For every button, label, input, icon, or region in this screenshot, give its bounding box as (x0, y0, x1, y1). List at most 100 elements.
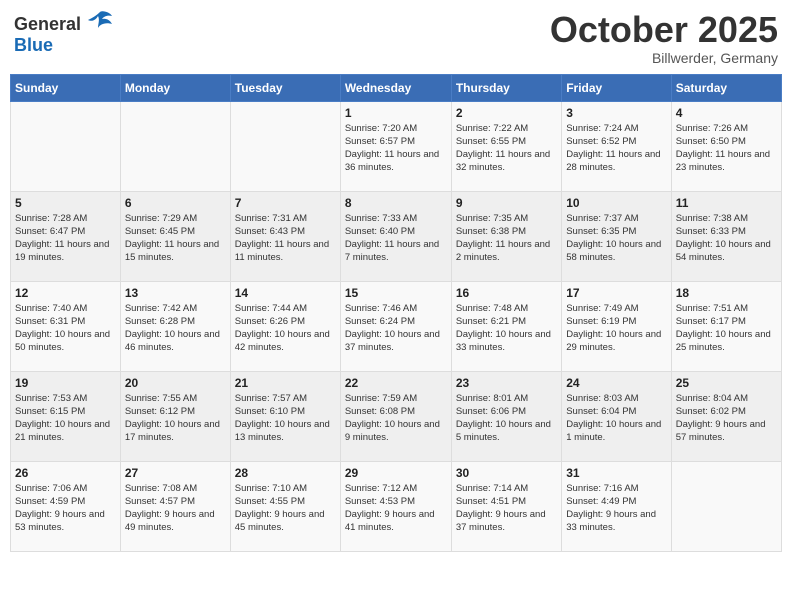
calendar-cell: 11 Sunrise: 7:38 AMSunset: 6:33 PMDayligh… (671, 191, 781, 281)
calendar-cell: 13 Sunrise: 7:42 AMSunset: 6:28 PMDayligh… (120, 281, 230, 371)
calendar-cell: 26 Sunrise: 7:06 AMSunset: 4:59 PMDayligh… (11, 461, 121, 551)
day-number: 7 (235, 196, 336, 210)
day-info: Sunrise: 7:33 AMSunset: 6:40 PMDaylight:… (345, 212, 447, 265)
calendar-cell (671, 461, 781, 551)
calendar-cell: 14 Sunrise: 7:44 AMSunset: 6:26 PMDayligh… (230, 281, 340, 371)
weekday-header: Monday (120, 74, 230, 101)
day-number: 4 (676, 106, 777, 120)
day-number: 1 (345, 106, 447, 120)
weekday-header: Sunday (11, 74, 121, 101)
day-number: 13 (125, 286, 226, 300)
day-info: Sunrise: 7:24 AMSunset: 6:52 PMDaylight:… (566, 122, 666, 175)
day-number: 16 (456, 286, 557, 300)
day-info: Sunrise: 8:01 AMSunset: 6:06 PMDaylight:… (456, 392, 557, 445)
day-info: Sunrise: 7:55 AMSunset: 6:12 PMDaylight:… (125, 392, 226, 445)
weekday-header-row: SundayMondayTuesdayWednesdayThursdayFrid… (11, 74, 782, 101)
day-number: 29 (345, 466, 447, 480)
calendar-cell: 30 Sunrise: 7:14 AMSunset: 4:51 PMDayligh… (451, 461, 561, 551)
calendar-cell: 28 Sunrise: 7:10 AMSunset: 4:55 PMDayligh… (230, 461, 340, 551)
weekday-header: Thursday (451, 74, 561, 101)
day-info: Sunrise: 7:44 AMSunset: 6:26 PMDaylight:… (235, 302, 336, 355)
calendar-cell: 1 Sunrise: 7:20 AMSunset: 6:57 PMDaylight… (340, 101, 451, 191)
day-number: 31 (566, 466, 666, 480)
calendar-cell: 20 Sunrise: 7:55 AMSunset: 6:12 PMDayligh… (120, 371, 230, 461)
day-number: 8 (345, 196, 447, 210)
title-block: October 2025 Billwerder, Germany (550, 10, 778, 66)
day-number: 14 (235, 286, 336, 300)
calendar-cell (11, 101, 121, 191)
day-number: 6 (125, 196, 226, 210)
calendar-cell: 29 Sunrise: 7:12 AMSunset: 4:53 PMDayligh… (340, 461, 451, 551)
calendar-cell (120, 101, 230, 191)
day-number: 19 (15, 376, 116, 390)
calendar-cell: 5 Sunrise: 7:28 AMSunset: 6:47 PMDaylight… (11, 191, 121, 281)
calendar-week-row: 19 Sunrise: 7:53 AMSunset: 6:15 PMDayligh… (11, 371, 782, 461)
calendar-cell: 19 Sunrise: 7:53 AMSunset: 6:15 PMDayligh… (11, 371, 121, 461)
day-number: 27 (125, 466, 226, 480)
day-number: 24 (566, 376, 666, 390)
calendar-cell: 10 Sunrise: 7:37 AMSunset: 6:35 PMDayligh… (562, 191, 671, 281)
calendar-week-row: 5 Sunrise: 7:28 AMSunset: 6:47 PMDaylight… (11, 191, 782, 281)
day-info: Sunrise: 7:26 AMSunset: 6:50 PMDaylight:… (676, 122, 777, 175)
calendar-cell: 21Sunrise: 7:57 AMSunset: 6:10 PMDayligh… (230, 371, 340, 461)
logo: General Blue (14, 10, 112, 56)
day-info: Sunrise: 7:35 AMSunset: 6:38 PMDaylight:… (456, 212, 557, 265)
weekday-header: Wednesday (340, 74, 451, 101)
weekday-header: Tuesday (230, 74, 340, 101)
day-number: 25 (676, 376, 777, 390)
day-info: Sunrise: 7:51 AMSunset: 6:17 PMDaylight:… (676, 302, 777, 355)
day-number: 10 (566, 196, 666, 210)
day-number: 5 (15, 196, 116, 210)
calendar-cell: 6 Sunrise: 7:29 AMSunset: 6:45 PMDaylight… (120, 191, 230, 281)
calendar-cell: 27 Sunrise: 7:08 AMSunset: 4:57 PMDayligh… (120, 461, 230, 551)
day-info: Sunrise: 8:04 AMSunset: 6:02 PMDaylight:… (676, 392, 777, 445)
location-subtitle: Billwerder, Germany (550, 50, 778, 66)
calendar-cell: 4 Sunrise: 7:26 AMSunset: 6:50 PMDaylight… (671, 101, 781, 191)
day-info: Sunrise: 7:06 AMSunset: 4:59 PMDaylight:… (15, 482, 116, 535)
calendar-week-row: 12Sunrise: 7:40 AMSunset: 6:31 PMDayligh… (11, 281, 782, 371)
day-info: Sunrise: 7:12 AMSunset: 4:53 PMDaylight:… (345, 482, 447, 535)
calendar-cell: 23 Sunrise: 8:01 AMSunset: 6:06 PMDayligh… (451, 371, 561, 461)
calendar-cell: 31Sunrise: 7:16 AMSunset: 4:49 PMDayligh… (562, 461, 671, 551)
day-number: 30 (456, 466, 557, 480)
calendar-cell: 17 Sunrise: 7:49 AMSunset: 6:19 PMDayligh… (562, 281, 671, 371)
day-info: Sunrise: 7:28 AMSunset: 6:47 PMDaylight:… (15, 212, 116, 265)
day-info: Sunrise: 7:49 AMSunset: 6:19 PMDaylight:… (566, 302, 666, 355)
calendar-cell: 25 Sunrise: 8:04 AMSunset: 6:02 PMDayligh… (671, 371, 781, 461)
day-info: Sunrise: 7:14 AMSunset: 4:51 PMDaylight:… (456, 482, 557, 535)
calendar-cell: 3Sunrise: 7:24 AMSunset: 6:52 PMDaylight… (562, 101, 671, 191)
calendar-cell: 15 Sunrise: 7:46 AMSunset: 6:24 PMDayligh… (340, 281, 451, 371)
day-info: Sunrise: 7:53 AMSunset: 6:15 PMDaylight:… (15, 392, 116, 445)
calendar-cell: 24Sunrise: 8:03 AMSunset: 6:04 PMDayligh… (562, 371, 671, 461)
day-number: 17 (566, 286, 666, 300)
weekday-header: Friday (562, 74, 671, 101)
logo-general: General (14, 14, 81, 34)
day-info: Sunrise: 7:59 AMSunset: 6:08 PMDaylight:… (345, 392, 447, 445)
day-info: Sunrise: 7:46 AMSunset: 6:24 PMDaylight:… (345, 302, 447, 355)
page-header: General Blue October 2025 Billwerder, Ge… (10, 10, 782, 66)
day-info: Sunrise: 7:10 AMSunset: 4:55 PMDaylight:… (235, 482, 336, 535)
day-number: 22 (345, 376, 447, 390)
day-number: 23 (456, 376, 557, 390)
day-number: 26 (15, 466, 116, 480)
day-number: 28 (235, 466, 336, 480)
day-number: 15 (345, 286, 447, 300)
day-info: Sunrise: 7:38 AMSunset: 6:33 PMDaylight:… (676, 212, 777, 265)
logo-bird-icon (88, 10, 112, 30)
day-number: 11 (676, 196, 777, 210)
calendar-cell: 9 Sunrise: 7:35 AMSunset: 6:38 PMDaylight… (451, 191, 561, 281)
day-info: Sunrise: 7:31 AMSunset: 6:43 PMDaylight:… (235, 212, 336, 265)
day-number: 2 (456, 106, 557, 120)
day-number: 9 (456, 196, 557, 210)
calendar-cell (230, 101, 340, 191)
day-info: Sunrise: 7:08 AMSunset: 4:57 PMDaylight:… (125, 482, 226, 535)
logo-blue: Blue (14, 35, 53, 55)
weekday-header: Saturday (671, 74, 781, 101)
day-info: Sunrise: 7:20 AMSunset: 6:57 PMDaylight:… (345, 122, 447, 175)
day-number: 20 (125, 376, 226, 390)
calendar-cell: 22 Sunrise: 7:59 AMSunset: 6:08 PMDayligh… (340, 371, 451, 461)
day-info: Sunrise: 7:37 AMSunset: 6:35 PMDaylight:… (566, 212, 666, 265)
day-info: Sunrise: 7:42 AMSunset: 6:28 PMDaylight:… (125, 302, 226, 355)
calendar-cell: 18Sunrise: 7:51 AMSunset: 6:17 PMDayligh… (671, 281, 781, 371)
day-info: Sunrise: 7:29 AMSunset: 6:45 PMDaylight:… (125, 212, 226, 265)
